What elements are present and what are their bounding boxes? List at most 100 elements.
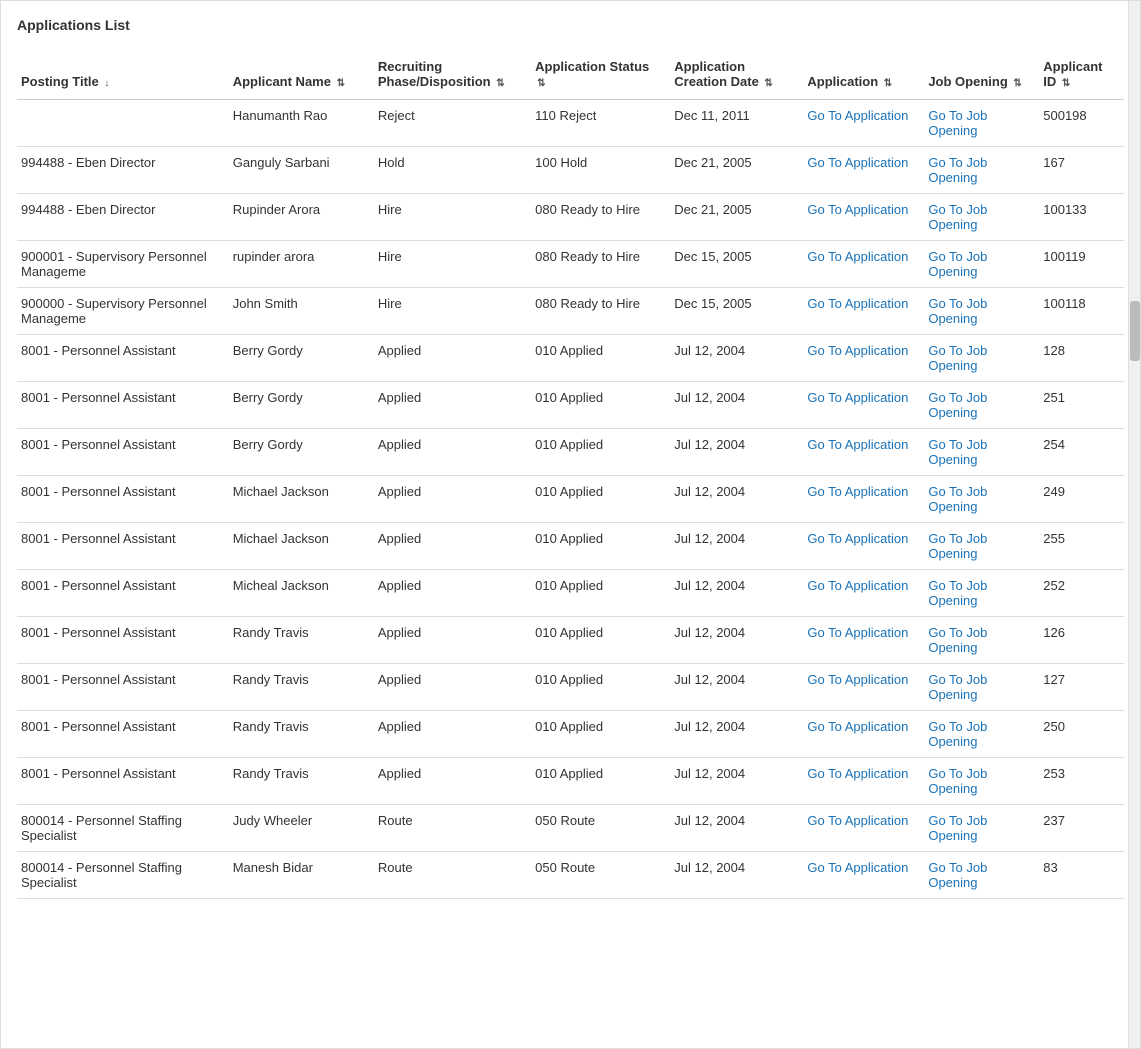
- job-link-cell: Go To Job Opening: [924, 852, 1039, 899]
- applicant-id-cell: 249: [1039, 476, 1124, 523]
- app-link-button[interactable]: Go To Application: [807, 249, 908, 264]
- scrollbar[interactable]: [1128, 1, 1140, 1048]
- app-link-cell: Go To Application: [803, 100, 924, 147]
- job-link-button[interactable]: Go To Job Opening: [928, 531, 987, 561]
- job-link-button[interactable]: Go To Job Opening: [928, 672, 987, 702]
- col-header-recruiting[interactable]: Recruiting Phase/Disposition ⇅: [374, 49, 531, 100]
- job-link-cell: Go To Job Opening: [924, 335, 1039, 382]
- app-status-cell: 080 Ready to Hire: [531, 288, 670, 335]
- app-link-cell: Go To Application: [803, 805, 924, 852]
- job-link-cell: Go To Job Opening: [924, 570, 1039, 617]
- applicant-name-cell: Berry Gordy: [229, 335, 374, 382]
- app-link-button[interactable]: Go To Application: [807, 390, 908, 405]
- scrollbar-thumb[interactable]: [1130, 301, 1140, 361]
- app-status-cell: 010 Applied: [531, 570, 670, 617]
- job-link-button[interactable]: Go To Job Opening: [928, 719, 987, 749]
- app-link-cell: Go To Application: [803, 570, 924, 617]
- app-link-cell: Go To Application: [803, 852, 924, 899]
- app-link-button[interactable]: Go To Application: [807, 719, 908, 734]
- job-link-cell: Go To Job Opening: [924, 805, 1039, 852]
- job-link-button[interactable]: Go To Job Opening: [928, 108, 987, 138]
- app-link-button[interactable]: Go To Application: [807, 296, 908, 311]
- applicant-id-cell: 251: [1039, 382, 1124, 429]
- table-row: Hanumanth RaoReject110 RejectDec 11, 201…: [17, 100, 1124, 147]
- recruiting-phase-cell: Applied: [374, 758, 531, 805]
- applicant-id-cell: 100133: [1039, 194, 1124, 241]
- applicant-id-cell: 83: [1039, 852, 1124, 899]
- job-link-cell: Go To Job Opening: [924, 429, 1039, 476]
- creation-date-cell: Dec 15, 2005: [670, 288, 803, 335]
- job-link-button[interactable]: Go To Job Opening: [928, 343, 987, 373]
- posting-title-cell: 800014 - Personnel Staffing Specialist: [17, 805, 229, 852]
- app-link-button[interactable]: Go To Application: [807, 860, 908, 875]
- posting-title-cell: [17, 100, 229, 147]
- col-header-applicant-name[interactable]: Applicant Name ⇅: [229, 49, 374, 100]
- posting-title-cell: 900000 - Supervisory Personnel Manageme: [17, 288, 229, 335]
- col-header-creation-date[interactable]: Application Creation Date ⇅: [670, 49, 803, 100]
- col-header-applicant-id[interactable]: Applicant ID ⇅: [1039, 49, 1124, 100]
- applicant-name-cell: Berry Gordy: [229, 429, 374, 476]
- applicant-name-cell: Randy Travis: [229, 664, 374, 711]
- recruiting-phase-cell: Applied: [374, 476, 531, 523]
- applicant-id-cell: 250: [1039, 711, 1124, 758]
- col-header-posting-title[interactable]: Posting Title ↓: [17, 49, 229, 100]
- job-link-button[interactable]: Go To Job Opening: [928, 578, 987, 608]
- app-link-button[interactable]: Go To Application: [807, 437, 908, 452]
- app-link-cell: Go To Application: [803, 335, 924, 382]
- recruiting-phase-cell: Applied: [374, 617, 531, 664]
- table-row: 8001 - Personnel AssistantRandy TravisAp…: [17, 758, 1124, 805]
- posting-title-cell: 8001 - Personnel Assistant: [17, 429, 229, 476]
- app-link-cell: Go To Application: [803, 288, 924, 335]
- col-header-job-opening[interactable]: Job Opening ⇅: [924, 49, 1039, 100]
- job-link-button[interactable]: Go To Job Opening: [928, 437, 987, 467]
- app-link-button[interactable]: Go To Application: [807, 813, 908, 828]
- table-row: 8001 - Personnel AssistantMicheal Jackso…: [17, 570, 1124, 617]
- recruiting-phase-cell: Hire: [374, 288, 531, 335]
- job-link-button[interactable]: Go To Job Opening: [928, 766, 987, 796]
- applicant-name-cell: Hanumanth Rao: [229, 100, 374, 147]
- job-link-button[interactable]: Go To Job Opening: [928, 625, 987, 655]
- job-link-button[interactable]: Go To Job Opening: [928, 813, 987, 843]
- app-link-button[interactable]: Go To Application: [807, 202, 908, 217]
- applicant-name-cell: Michael Jackson: [229, 523, 374, 570]
- app-status-cell: 050 Route: [531, 805, 670, 852]
- applicant-name-cell: Berry Gordy: [229, 382, 374, 429]
- app-link-button[interactable]: Go To Application: [807, 578, 908, 593]
- app-link-button[interactable]: Go To Application: [807, 672, 908, 687]
- app-link-button[interactable]: Go To Application: [807, 625, 908, 640]
- applicant-name-cell: John Smith: [229, 288, 374, 335]
- app-link-button[interactable]: Go To Application: [807, 766, 908, 781]
- col-header-status[interactable]: Application Status ⇅: [531, 49, 670, 100]
- applicant-id-cell: 126: [1039, 617, 1124, 664]
- creation-date-cell: Jul 12, 2004: [670, 570, 803, 617]
- app-link-cell: Go To Application: [803, 711, 924, 758]
- recruiting-phase-cell: Reject: [374, 100, 531, 147]
- job-link-button[interactable]: Go To Job Opening: [928, 249, 987, 279]
- app-status-cell: 010 Applied: [531, 382, 670, 429]
- applicant-id-cell: 254: [1039, 429, 1124, 476]
- app-link-button[interactable]: Go To Application: [807, 108, 908, 123]
- job-link-button[interactable]: Go To Job Opening: [928, 860, 987, 890]
- app-link-button[interactable]: Go To Application: [807, 531, 908, 546]
- creation-date-cell: Jul 12, 2004: [670, 382, 803, 429]
- app-link-button[interactable]: Go To Application: [807, 155, 908, 170]
- job-link-button[interactable]: Go To Job Opening: [928, 155, 987, 185]
- app-status-cell: 010 Applied: [531, 664, 670, 711]
- app-link-button[interactable]: Go To Application: [807, 484, 908, 499]
- applicant-name-cell: rupinder arora: [229, 241, 374, 288]
- recruiting-phase-cell: Applied: [374, 429, 531, 476]
- job-link-button[interactable]: Go To Job Opening: [928, 484, 987, 514]
- app-link-cell: Go To Application: [803, 382, 924, 429]
- table-row: 800014 - Personnel Staffing SpecialistMa…: [17, 852, 1124, 899]
- job-link-cell: Go To Job Opening: [924, 288, 1039, 335]
- app-status-cell: 100 Hold: [531, 147, 670, 194]
- job-link-button[interactable]: Go To Job Opening: [928, 390, 987, 420]
- job-link-button[interactable]: Go To Job Opening: [928, 202, 987, 232]
- col-header-application[interactable]: Application ⇅: [803, 49, 924, 100]
- creation-date-cell: Jul 12, 2004: [670, 523, 803, 570]
- job-link-button[interactable]: Go To Job Opening: [928, 296, 987, 326]
- applicant-id-cell: 255: [1039, 523, 1124, 570]
- app-link-button[interactable]: Go To Application: [807, 343, 908, 358]
- posting-title-cell: 8001 - Personnel Assistant: [17, 570, 229, 617]
- recruiting-phase-cell: Applied: [374, 335, 531, 382]
